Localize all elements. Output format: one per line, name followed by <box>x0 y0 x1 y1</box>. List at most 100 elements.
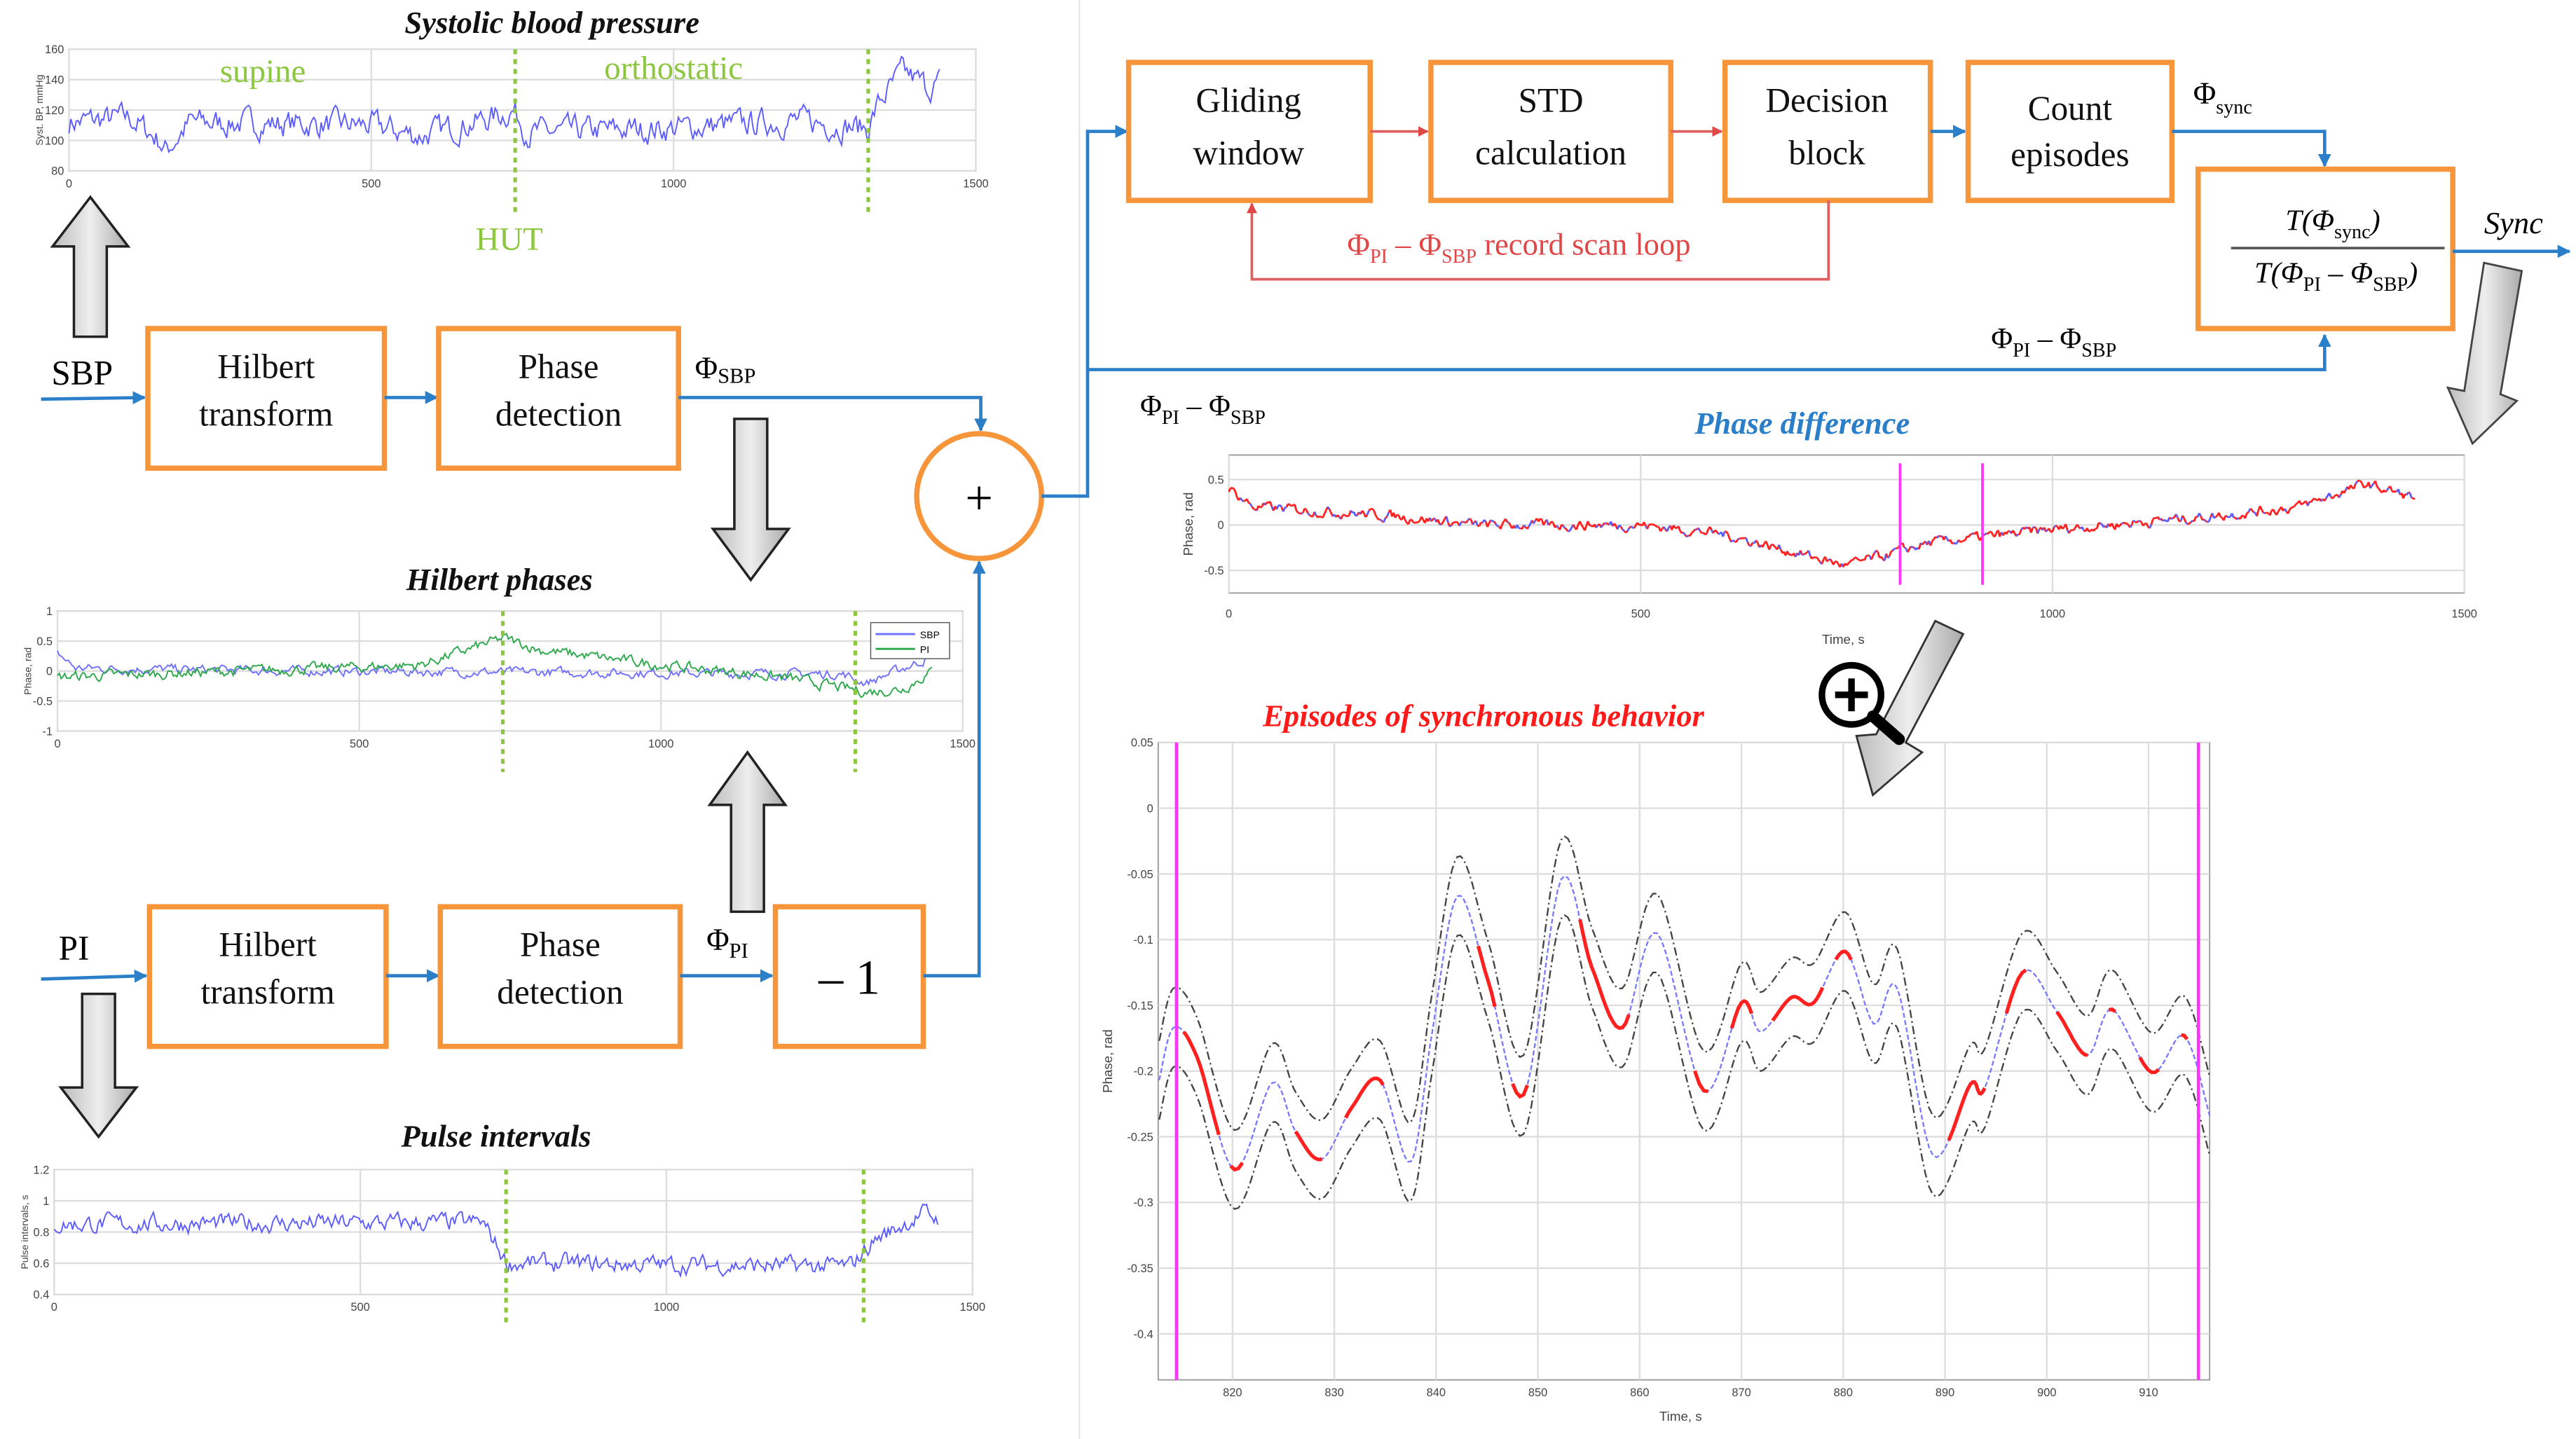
phi-sbp-label: ΦSBP <box>695 350 756 387</box>
phase-difference-segment <box>2376 486 2380 490</box>
phase-difference-segment <box>2384 490 2388 493</box>
phase-difference-segment <box>1248 502 1251 505</box>
charts-layer: 801001201401600 500 1000 1500Syst. BP, mmHg… <box>19 43 2477 1424</box>
phase-difference-segment <box>1816 557 1820 561</box>
phase-difference-segment <box>1636 522 1640 526</box>
sbp-input-label: SBP <box>51 354 113 392</box>
phase-difference-segment <box>1725 530 1729 535</box>
phase-difference-segment <box>2310 499 2314 503</box>
phase-difference-segment <box>2187 522 2190 525</box>
y-tick-label: -0.1 <box>1133 934 1153 946</box>
phase-difference-segment <box>1561 523 1564 527</box>
x-tick-label: 1000 <box>2040 608 2065 621</box>
legend: SBP PI <box>870 621 950 659</box>
phase-difference-segment <box>2129 525 2132 528</box>
diff-label-upper: ΦPI – ΦSBP <box>1991 322 2116 362</box>
phase-difference-segment <box>1692 528 1697 532</box>
summation-symbol: + <box>965 471 993 525</box>
phase-difference-segment <box>1755 539 1759 544</box>
phase-difference-segment <box>1355 514 1358 517</box>
legend-label: SBP <box>920 629 940 640</box>
phase-difference-segment <box>1385 516 1388 519</box>
phase-difference-segment <box>2371 483 2375 486</box>
phase-difference-segment <box>2323 497 2327 502</box>
std-line1: STD <box>1519 81 1584 119</box>
phase-difference-segment <box>1961 539 1964 543</box>
phase-difference-segment <box>2264 511 2267 514</box>
y-axis-label: Phase, rad <box>1181 493 1195 556</box>
chart-3: -0.5 0 0.5 0 500 1000 1500 Phase, rad Time, s <box>1181 454 2477 647</box>
phase-difference-segment <box>2359 480 2363 484</box>
phase-difference-segment <box>1564 527 1568 530</box>
annotation-hut: HUT <box>476 221 543 257</box>
phase-difference-segment <box>2249 507 2253 511</box>
phase-difference-segment <box>2207 521 2210 523</box>
x-tick-label: 1500 <box>960 1301 985 1314</box>
phase-difference-segment <box>2296 502 2298 505</box>
phase-difference-segment <box>2117 525 2121 528</box>
phase-difference-segment <box>1613 523 1617 527</box>
phase-difference-segment <box>2334 494 2337 497</box>
phase-difference-segment <box>1295 509 1299 514</box>
x-tick-label: 0 <box>54 738 60 750</box>
phase-difference-segment <box>1683 532 1686 536</box>
sbp-input-arrow <box>41 391 146 405</box>
phase-difference-segment <box>1368 508 1371 511</box>
phase-difference-segment <box>1662 526 1666 530</box>
phase-difference-segment <box>1526 526 1530 530</box>
phase-difference-segment <box>1811 556 1814 560</box>
phase-difference-segment <box>1903 546 1907 549</box>
phase-difference-segment <box>1957 539 1961 543</box>
y-tick-label: 1 <box>43 1195 49 1208</box>
phase-difference-segment <box>1803 553 1806 556</box>
phase-difference-segment <box>1835 560 1839 565</box>
record-scan-loop-label: ΦPI – ΦSBP record scan loop <box>1347 226 1690 268</box>
phase-difference-segment <box>1465 519 1469 524</box>
phase-difference-segment <box>2355 481 2358 485</box>
chart-1: -1 -0.5 0 0.5 1 0 500 1000 1500 Phase, rad SBP PI <box>22 605 975 773</box>
count-line2: episodes <box>2010 135 2130 174</box>
phase-difference-segment <box>2135 520 2139 524</box>
count-line1: Count <box>2028 89 2113 128</box>
phase-difference-segment <box>2406 491 2409 496</box>
phase-difference-segment <box>1906 549 1910 553</box>
x-tick-label: 910 <box>2139 1386 2158 1399</box>
std-line2: calculation <box>1475 133 1626 172</box>
x-tick-label: 500 <box>351 1301 370 1314</box>
phase-difference-segment <box>1279 504 1282 508</box>
phase-difference-segment <box>1938 535 1941 538</box>
phase-difference-segment <box>2139 520 2142 523</box>
phase-difference-segment <box>1954 542 1958 545</box>
phase-difference-segment <box>1251 506 1254 510</box>
phi-pi-label: ΦPI <box>706 921 748 963</box>
phase-difference-segment <box>1829 558 1833 563</box>
chart-title-pulse: Pulse intervals <box>401 1119 591 1154</box>
phase-difference-segment <box>1699 530 1703 534</box>
y-tick-label: -0.4 <box>1133 1328 1153 1341</box>
phase-difference-segment <box>1702 532 1706 535</box>
phase-difference-segment <box>1472 521 1475 525</box>
phase-difference-segment <box>2412 497 2416 500</box>
phase-difference-segment <box>1566 528 1569 532</box>
y-tick-label: -0.05 <box>1127 868 1153 881</box>
y-tick-label: -0.35 <box>1127 1262 1153 1275</box>
phase-difference-segment <box>1602 522 1605 526</box>
synchronization-diagram: 801001201401600 500 1000 1500Syst. BP, mmHg… <box>19 0 2571 1439</box>
x-tick-label: 880 <box>1834 1386 1853 1399</box>
phase-pi-line2: detection <box>497 973 623 1012</box>
x-tick-label: 0 <box>51 1301 57 1314</box>
phase-difference-segment <box>2045 529 2048 532</box>
phase-difference-segment <box>1239 497 1243 501</box>
block-arrow-down-sync <box>2446 261 2523 446</box>
phase-difference-segment <box>2219 516 2223 519</box>
phase-sbp-line1: Phase <box>519 347 599 385</box>
phase-difference-segment <box>1987 530 1991 535</box>
phase-difference-segment <box>1551 521 1554 524</box>
phase-difference-segment <box>2324 495 2329 500</box>
phase-difference-segment <box>2277 508 2281 513</box>
x-tick-label: 900 <box>2037 1386 2056 1399</box>
phase-difference-segment <box>1448 524 1452 528</box>
count-episodes-block <box>1965 60 2175 203</box>
x-tick-label: 500 <box>1631 608 1650 621</box>
phase-difference-segment <box>2188 521 2192 525</box>
